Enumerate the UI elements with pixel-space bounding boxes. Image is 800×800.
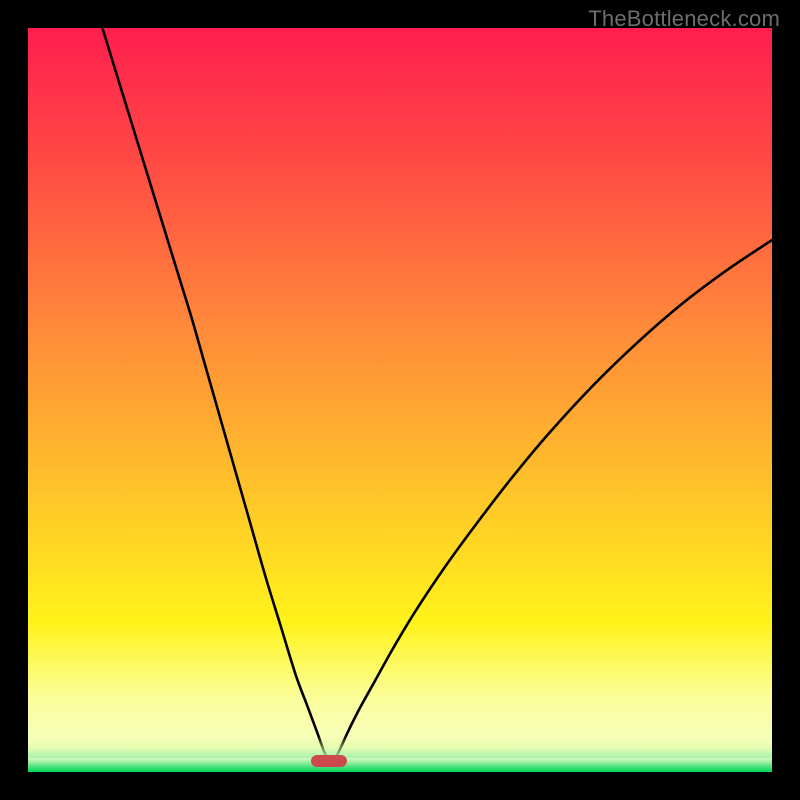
bottleneck-marker xyxy=(311,755,347,767)
plot-svg xyxy=(28,28,772,772)
green-fade-band xyxy=(28,736,772,758)
chart-container: TheBottleneck.com xyxy=(0,0,800,800)
green-bottom-band xyxy=(28,758,772,772)
plot-area xyxy=(28,28,772,772)
gradient-background xyxy=(28,28,772,772)
